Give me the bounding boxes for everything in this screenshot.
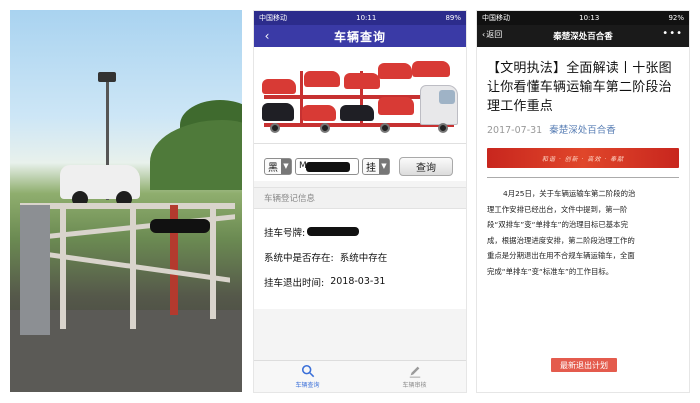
province-select[interactable]: 黑 ▼ (264, 157, 292, 175)
truck-illustration (260, 61, 460, 133)
article-author-link[interactable]: 秦楚深处百合香 (549, 125, 616, 136)
tab-bar: 车辆查询 车辆审核 (254, 360, 466, 392)
photo-rail (50, 252, 230, 283)
search-icon (301, 364, 314, 378)
query-form: 黑 ▼ M 挂 ▼ 查询 (254, 143, 466, 181)
province-value: 黑 (268, 162, 278, 174)
latest-exit-plan-button[interactable]: 最新退出计划 (551, 358, 617, 372)
car-carrier-banner-image (254, 47, 466, 143)
page-title: 秦楚深处百合香 (553, 32, 613, 42)
page-title: 车辆查询 (333, 29, 386, 44)
truck-car (378, 63, 412, 79)
photo-truck-cab (20, 205, 50, 335)
truck-wheel (438, 123, 448, 133)
button-wrap: 最新退出计划 (477, 358, 689, 372)
article-title: 【文明执法】全面解读丨十张图让你看懂车辆运输车第二阶段治理工作重点 (487, 61, 672, 114)
registration-info: 挂车号牌: 系统中是否存在: 系统中存在 挂车退出时间: 2018-03-31 (254, 209, 466, 309)
truck-wheel (270, 123, 280, 133)
photo-trailer (20, 165, 240, 335)
back-button[interactable]: ‹ 返回 (482, 29, 502, 40)
composite-screenshot: 中国移动 10:11 89% ‹ 车辆查询 黑 ▼ M 挂 ▼ 查询 车辆登记信… (0, 0, 700, 403)
truck-car (412, 61, 450, 77)
paragraph-line: 完成“单排车”变“标准车”的工作目标。 (487, 266, 614, 276)
photo-redaction (150, 219, 210, 233)
tab-vehicle-review[interactable]: 车辆审核 (361, 361, 466, 392)
clock: 10:13 (579, 14, 600, 22)
clock: 10:11 (356, 14, 377, 22)
plate-type-select[interactable]: 挂 ▼ (362, 157, 390, 175)
article-screen: 中国移动 10:13 92% ‹ 返回 秦楚深处百合香 ••• 【文明执法】全面… (476, 10, 690, 393)
truck-car (304, 71, 340, 87)
truck-window (439, 90, 455, 104)
status-bar: 中国移动 10:13 92% (477, 11, 689, 25)
paragraph-line: 段“双排车”变“单排车”的治理目标已基本完 (487, 220, 628, 229)
truck-car (340, 105, 374, 121)
nav-bar: ‹ 返回 秦楚深处百合香 ••• (477, 25, 689, 47)
vehicle-query-screen: 中国移动 10:11 89% ‹ 车辆查询 黑 ▼ M 挂 ▼ 查询 车辆登记信… (253, 10, 467, 393)
truck-car (262, 103, 294, 121)
more-dots-icon[interactable]: ••• (662, 28, 683, 39)
tab-label: 车辆查询 (295, 382, 320, 389)
pencil-icon (409, 366, 420, 378)
info-value: 2018-03-31 (330, 276, 386, 287)
car-carrier-photo (10, 10, 242, 392)
truck-car (302, 105, 336, 121)
truck-wheel (380, 123, 390, 133)
article-date: 2017-07-31 (487, 125, 543, 136)
info-label: 挂车号牌: (264, 227, 306, 239)
info-row-exists: 系统中是否存在: 系统中存在 (264, 244, 458, 269)
battery-level: 92% (668, 14, 684, 22)
tab-label: 车辆审核 (402, 382, 427, 389)
article-banner: 和谐 · 创新 · 高效 · 奉献 (487, 148, 679, 168)
paragraph-line: 重点是分期退出在用不合规车辆运输车，全面 (487, 251, 635, 260)
paragraph-line: 成，根据治理进度安排，第二阶段治理工作的 (487, 235, 635, 245)
query-button[interactable]: 查询 (399, 156, 453, 176)
info-row-exit-time: 挂车退出时间: 2018-03-31 (264, 269, 458, 294)
tab-vehicle-query[interactable]: 车辆查询 (254, 361, 361, 392)
plate-redaction (307, 227, 360, 236)
chevron-down-icon: ▼ (281, 158, 291, 174)
info-row-plate: 挂车号牌: (264, 219, 458, 244)
photo-rail (60, 209, 66, 329)
truck-car (378, 97, 414, 115)
chevron-down-icon: ▼ (379, 158, 389, 174)
status-bar: 中国移动 10:11 89% (254, 11, 466, 25)
truck-cab (420, 85, 458, 125)
paragraph-line: 4月25日，关于车辆运输车第二阶段的治 (503, 189, 636, 198)
banner-text: 和谐 · 创新 · 高效 · 奉献 (541, 155, 625, 163)
photo-rail (20, 203, 235, 209)
section-title: 车辆登记信息 (254, 187, 466, 209)
carrier-label: 中国移动 (259, 14, 287, 22)
chevron-left-icon: ‹ (482, 30, 486, 39)
info-value: 系统中存在 (339, 252, 388, 264)
info-label: 系统中是否存在: (264, 252, 334, 264)
nav-bar: ‹ 车辆查询 (254, 25, 466, 47)
photo-rail (210, 209, 216, 319)
carrier-label: 中国移动 (482, 14, 510, 22)
article-meta: 2017-07-31 秦楚深处百合香 (477, 116, 689, 136)
article-paragraph: 4月25日，关于车辆运输车第二阶段的治 理工作安排已经出台，文件中提到，第一阶 … (477, 178, 689, 279)
battery-level: 89% (445, 14, 461, 22)
plate-type-value: 挂 (366, 162, 376, 174)
photo-lamp (98, 72, 116, 82)
truck-car (344, 73, 380, 89)
info-label: 挂车退出时间: (264, 277, 325, 289)
truck-wheel (320, 123, 330, 133)
plate-redaction (306, 161, 350, 172)
paragraph-line: 理工作安排已经出台，文件中提到，第一阶 (487, 204, 628, 214)
back-label: 返回 (486, 30, 503, 39)
truck-car (262, 79, 296, 94)
plate-number-input[interactable]: M (295, 157, 359, 175)
chevron-left-icon[interactable]: ‹ (260, 29, 274, 43)
